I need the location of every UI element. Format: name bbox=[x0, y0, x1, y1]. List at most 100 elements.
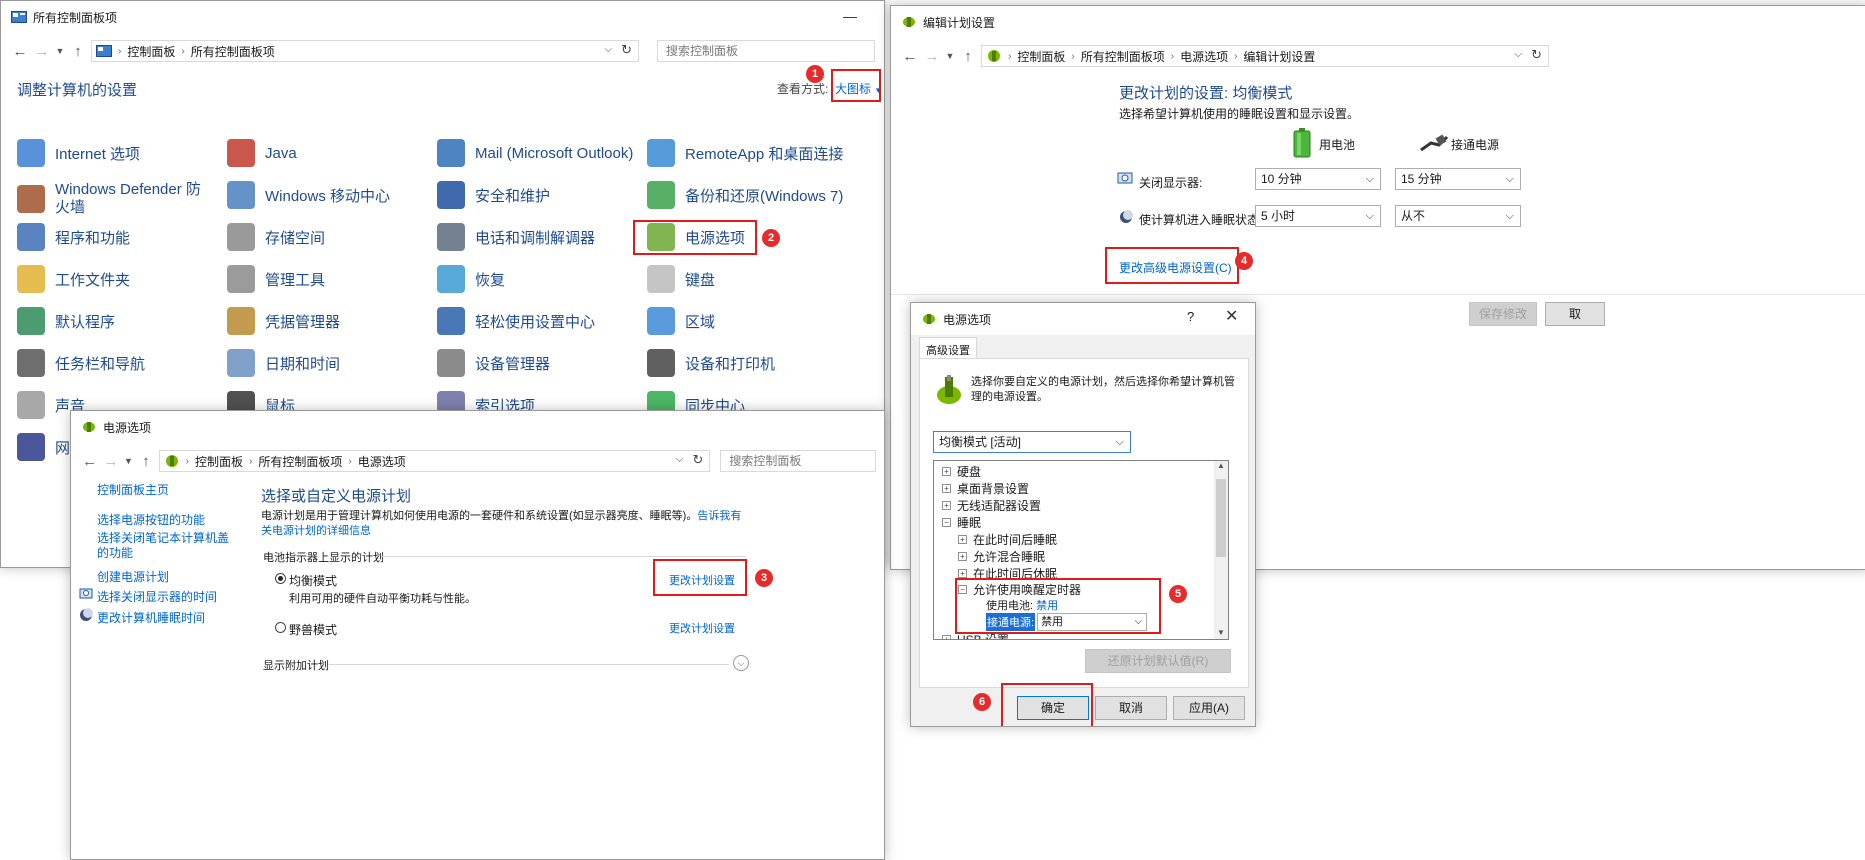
collapse-minus-icon[interactable]: − bbox=[942, 518, 951, 527]
tree-item[interactable]: + 桌面背景设置 bbox=[942, 480, 1029, 497]
expand-plus-icon[interactable]: + bbox=[958, 535, 967, 544]
crumb-power-options[interactable]: 电源选项 bbox=[1174, 48, 1234, 65]
dialog-cancel-button[interactable]: 取消 bbox=[1095, 696, 1167, 720]
expand-plus-icon[interactable]: + bbox=[958, 552, 967, 561]
cp-item[interactable]: Java bbox=[227, 139, 297, 167]
history-chevron-icon[interactable]: ▼ bbox=[122, 456, 136, 466]
cp-titlebar[interactable]: 所有控制面板项 bbox=[1, 1, 884, 33]
scroll-thumb[interactable] bbox=[1216, 479, 1226, 557]
expand-plus-icon[interactable]: + bbox=[942, 501, 951, 510]
cp-item[interactable]: 默认程序 bbox=[17, 307, 115, 335]
edit-cancel-button[interactable]: 取 bbox=[1545, 302, 1605, 326]
cp-item[interactable]: 备份和还原(Windows 7) bbox=[647, 181, 843, 209]
crumb-edit-plan[interactable]: 编辑计划设置 bbox=[1237, 48, 1321, 65]
expand-plus-icon[interactable]: + bbox=[942, 484, 951, 493]
forward-arrow-icon[interactable]: → bbox=[31, 43, 53, 60]
cp-item[interactable]: 安全和维护 bbox=[437, 181, 550, 209]
scroll-down-icon[interactable]: ▼ bbox=[1214, 628, 1228, 637]
crumb-control-panel[interactable]: 控制面板 bbox=[121, 43, 181, 60]
refresh-icon[interactable]: ↻ bbox=[1531, 47, 1542, 63]
display-off-battery-select[interactable]: 10 分钟 ⌵ bbox=[1255, 168, 1381, 190]
plan-beast-radio[interactable] bbox=[275, 622, 286, 633]
display-off-plugged-select[interactable]: 15 分钟 ⌵ bbox=[1395, 168, 1521, 190]
cp-address-bar[interactable]: › 控制面板 › 所有控制面板项 ⌵ ↻ bbox=[91, 40, 639, 62]
expand-plus-icon[interactable]: + bbox=[942, 635, 951, 639]
forward-arrow-icon[interactable]: → bbox=[921, 48, 943, 65]
refresh-icon[interactable]: ↻ bbox=[621, 42, 632, 58]
tree-item[interactable]: + 允许混合睡眠 bbox=[958, 548, 1045, 565]
sidebar-lid[interactable]: 选择关闭笔记本计算机盖的功能 bbox=[97, 531, 237, 561]
dialog-help-button[interactable]: ? bbox=[1187, 309, 1194, 324]
cp-item[interactable]: Mail (Microsoft Outlook) bbox=[437, 139, 633, 167]
crumb-all-items[interactable]: 所有控制面板项 bbox=[1075, 48, 1171, 65]
expand-plus-icon[interactable]: + bbox=[958, 569, 967, 578]
cp-item[interactable]: 网 bbox=[17, 433, 70, 461]
crumb-power-options[interactable]: 电源选项 bbox=[352, 453, 412, 470]
expand-chevron-icon[interactable]: ⌵ bbox=[733, 655, 749, 671]
cp-item[interactable]: 工作文件夹 bbox=[17, 265, 130, 293]
crumb-control-panel[interactable]: 控制面板 bbox=[1011, 48, 1071, 65]
apply-button[interactable]: 应用(A) bbox=[1173, 696, 1245, 720]
back-arrow-icon[interactable]: ← bbox=[79, 453, 100, 470]
edit-titlebar[interactable]: 编辑计划设置 bbox=[891, 6, 1865, 38]
sidebar-sleep-time[interactable]: 更改计算机睡眠时间 bbox=[97, 609, 205, 626]
plan-select[interactable]: 均衡模式 [活动] ⌵ bbox=[933, 431, 1131, 453]
cp-item[interactable]: 日期和时间 bbox=[227, 349, 340, 377]
cp-item[interactable]: 设备管理器 bbox=[437, 349, 550, 377]
back-arrow-icon[interactable]: ← bbox=[9, 43, 31, 60]
cp-item[interactable]: 恢复 bbox=[437, 265, 505, 293]
up-arrow-icon[interactable]: ↑ bbox=[957, 48, 979, 65]
sleep-plugged-select[interactable]: 从不 ⌵ bbox=[1395, 205, 1521, 227]
forward-arrow-icon[interactable]: → bbox=[100, 453, 121, 470]
back-arrow-icon[interactable]: ← bbox=[899, 48, 921, 65]
save-changes-button[interactable]: 保存修改 bbox=[1469, 302, 1537, 326]
tree-item[interactable]: − 睡眠 bbox=[942, 514, 981, 531]
up-arrow-icon[interactable]: ↑ bbox=[135, 453, 156, 470]
tree-item[interactable]: + 在此时间后睡眠 bbox=[958, 531, 1057, 548]
edit-address-bar[interactable]: › 控制面板 › 所有控制面板项 › 电源选项 › 编辑计划设置 ⌵ ↻ bbox=[981, 45, 1549, 67]
expand-plus-icon[interactable]: + bbox=[942, 467, 951, 476]
dialog-close-icon[interactable]: ✕ bbox=[1225, 306, 1238, 326]
tree-item[interactable]: + 无线适配器设置 bbox=[942, 497, 1041, 514]
scroll-up-icon[interactable]: ▲ bbox=[1214, 461, 1228, 470]
cp-item[interactable]: 任务栏和导航 bbox=[17, 349, 145, 377]
restore-defaults-button[interactable]: 还原计划默认值(R) bbox=[1085, 649, 1231, 673]
cp-item[interactable]: 轻松使用设置中心 bbox=[437, 307, 595, 335]
cp-item[interactable]: RemoteApp 和桌面连接 bbox=[647, 139, 843, 167]
cp-item[interactable]: 存储空间 bbox=[227, 223, 325, 251]
crumb-control-panel[interactable]: 控制面板 bbox=[189, 453, 249, 470]
sidebar-create-plan[interactable]: 创建电源计划 bbox=[97, 568, 169, 585]
sidebar-power-button[interactable]: 选择电源按钮的功能 bbox=[97, 511, 205, 528]
sidebar-display-time[interactable]: 选择关闭显示器的时间 bbox=[97, 588, 217, 605]
cp-item[interactable]: 区域 bbox=[647, 307, 715, 335]
cp-item[interactable]: 键盘 bbox=[647, 265, 715, 293]
cp-minimize-button[interactable]: — bbox=[827, 1, 873, 33]
tree-item[interactable]: + 硬盘 bbox=[942, 463, 981, 480]
sidebar-cp-home[interactable]: 控制面板主页 bbox=[97, 481, 169, 498]
power-search-input[interactable]: 搜索控制面板 bbox=[720, 450, 876, 472]
cp-item[interactable]: Internet 选项 bbox=[17, 139, 140, 167]
address-dropdown-icon[interactable]: ⌵ bbox=[1514, 49, 1522, 60]
cp-item[interactable]: 设备和打印机 bbox=[647, 349, 775, 377]
plan-balanced-radio[interactable] bbox=[275, 573, 286, 584]
power-titlebar[interactable]: 电源选项 bbox=[71, 411, 884, 443]
plan-beast-change-link[interactable]: 更改计划设置 bbox=[669, 620, 735, 636]
cp-item[interactable]: 电话和调制解调器 bbox=[437, 223, 595, 251]
refresh-icon[interactable]: ↻ bbox=[692, 452, 703, 468]
crumb-all-items[interactable]: 所有控制面板项 bbox=[185, 43, 281, 60]
sleep-battery-select[interactable]: 5 小时 ⌵ bbox=[1255, 205, 1381, 227]
cp-item[interactable]: Windows 移动中心 bbox=[227, 181, 390, 209]
power-address-bar[interactable]: › 控制面板 › 所有控制面板项 › 电源选项 ⌵ ↻ bbox=[158, 450, 711, 472]
cp-item[interactable]: 程序和功能 bbox=[17, 223, 130, 251]
cp-item[interactable]: 管理工具 bbox=[227, 265, 325, 293]
crumb-all-items[interactable]: 所有控制面板项 bbox=[252, 453, 348, 470]
up-arrow-icon[interactable]: ↑ bbox=[67, 43, 89, 60]
cp-search-input[interactable]: 搜索控制面板 bbox=[657, 40, 875, 62]
address-dropdown-icon[interactable]: ⌵ bbox=[676, 454, 684, 465]
tree-scrollbar[interactable]: ▲ ▼ bbox=[1214, 461, 1228, 639]
dialog-titlebar[interactable]: 电源选项 bbox=[911, 303, 1255, 335]
history-chevron-icon[interactable]: ▼ bbox=[943, 51, 957, 61]
cp-item[interactable]: 凭据管理器 bbox=[227, 307, 340, 335]
history-chevron-icon[interactable]: ▼ bbox=[53, 46, 67, 56]
address-dropdown-icon[interactable]: ⌵ bbox=[604, 44, 612, 55]
